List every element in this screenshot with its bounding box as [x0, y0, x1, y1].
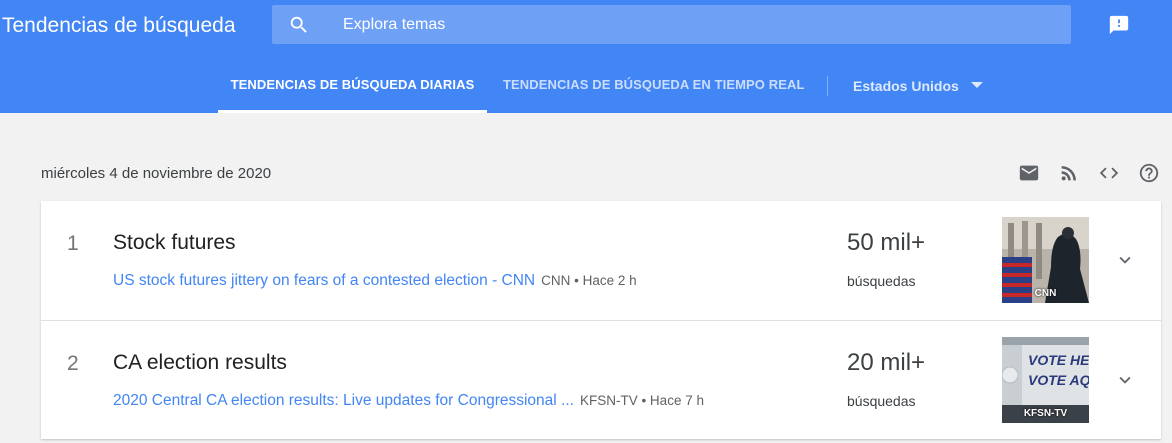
chevron-down-icon[interactable] [1114, 369, 1136, 391]
trend-row[interactable]: 2 CA election results 2020 Central CA el… [41, 320, 1161, 439]
nav-divider [827, 76, 828, 96]
trend-rank: 2 [67, 352, 79, 375]
article-link[interactable]: US stock futures jittery on fears of a c… [113, 272, 535, 289]
search-count: 50 mil+ [847, 229, 926, 256]
thumbnail-source: KFSN-TV [1023, 408, 1068, 419]
tab-daily-trends[interactable]: TENDENCIAS DE BÚSQUEDA DIARIAS [218, 77, 487, 92]
app-title[interactable]: Tendencias de búsqueda [2, 14, 236, 38]
feedback-icon[interactable] [1108, 14, 1130, 36]
tab-realtime-trends[interactable]: TENDENCIAS DE BÚSQUEDA EN TIEMPO REAL [503, 77, 805, 92]
article-link[interactable]: 2020 Central CA election results: Live u… [113, 392, 574, 409]
trend-article: US stock futures jittery on fears of a c… [113, 272, 637, 290]
search-icon[interactable] [288, 14, 310, 36]
article-source: KFSN-TV • Hace 7 h [579, 393, 704, 408]
rss-icon[interactable] [1058, 162, 1080, 184]
trend-row[interactable]: 1 Stock futures US stock futures jittery… [41, 201, 1161, 320]
trend-title[interactable]: CA election results [113, 351, 287, 375]
search-box[interactable]: Explora temas [272, 5, 1071, 44]
search-count-label: búsquedas [847, 273, 916, 289]
search-input[interactable]: Explora temas [343, 16, 445, 34]
trend-article: 2020 Central CA election results: Live u… [113, 392, 704, 410]
trend-title[interactable]: Stock futures [113, 231, 236, 255]
email-icon[interactable] [1018, 162, 1040, 184]
active-tab-indicator [218, 110, 487, 113]
trends-list: 1 Stock futures US stock futures jittery… [41, 201, 1161, 439]
region-select[interactable]: Estados Unidos [853, 78, 959, 94]
dropdown-arrow-icon[interactable] [971, 82, 983, 88]
trend-rank: 1 [67, 232, 79, 255]
embed-code-icon[interactable] [1098, 162, 1120, 184]
help-icon[interactable] [1138, 162, 1160, 184]
trend-thumbnail[interactable]: CNN [1002, 217, 1089, 303]
chevron-down-icon[interactable] [1114, 249, 1136, 271]
thumbnail-text: VOTE HE [1028, 352, 1089, 368]
article-source: CNN • Hace 2 h [541, 273, 637, 288]
top-app-bar: Tendencias de búsqueda Explora temas TEN… [0, 0, 1172, 113]
thumbnail-text: VOTE AQ [1028, 372, 1089, 388]
search-count: 20 mil+ [847, 349, 926, 376]
thumbnail-source: CNN [1034, 288, 1057, 299]
date-header: miércoles 4 de noviembre de 2020 [41, 165, 272, 182]
search-count-label: búsquedas [847, 393, 916, 409]
trend-thumbnail[interactable]: VOTE HE VOTE AQ KFSN-TV [1002, 337, 1089, 423]
